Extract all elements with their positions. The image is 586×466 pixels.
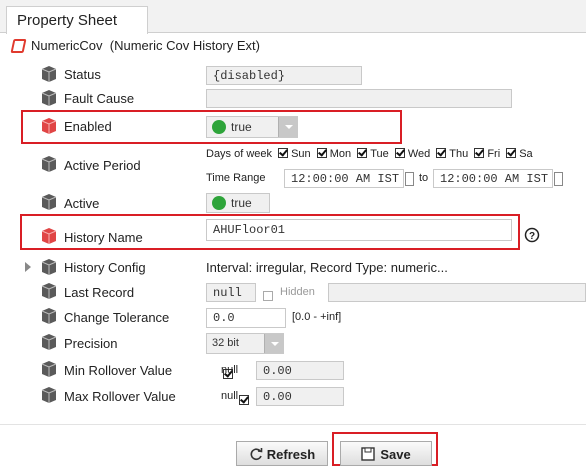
enabled-status-icon: [212, 120, 226, 134]
day-checkbox-fri[interactable]: [474, 148, 485, 158]
enabled-value: true: [231, 120, 252, 134]
enabled-dropdown-button[interactable]: [278, 117, 298, 137]
change-tolerance-input[interactable]: 0.0: [206, 308, 286, 328]
max-rollover-null-checkbox[interactable]: [239, 395, 250, 405]
history-config-slot-icon: [41, 259, 57, 276]
fault-cause-label: Fault Cause: [64, 91, 135, 106]
day-label-tue: Tue: [370, 148, 389, 160]
min-rollover-slot-icon: [41, 361, 57, 378]
active-status-icon: [212, 196, 226, 210]
time-range-start[interactable]: 12:00:00 AM IST: [284, 169, 404, 188]
active-value: true: [231, 196, 252, 210]
history-name-label: History Name: [64, 230, 143, 245]
chevron-down-icon: [285, 125, 293, 129]
day-checkbox-tue[interactable]: [357, 148, 368, 158]
min-rollover-null-label: null: [221, 364, 239, 376]
enabled-slot-icon: [41, 118, 57, 135]
max-rollover-null-label: null: [221, 390, 239, 402]
day-label-fri: Fri: [487, 148, 501, 160]
hidden-label: Hidden: [280, 286, 315, 298]
change-tolerance-range: [0.0 - +inf]: [292, 311, 342, 323]
day-label-mon: Mon: [329, 148, 352, 160]
day-checkbox-sat[interactable]: [506, 148, 517, 158]
save-button[interactable]: Save: [340, 441, 432, 466]
history-ext-icon: [10, 39, 27, 53]
min-rollover-label: Min Rollover Value: [64, 363, 173, 378]
enabled-label: Enabled: [64, 119, 112, 134]
save-label: Save: [380, 447, 411, 462]
help-icon[interactable]: ?: [524, 227, 540, 243]
day-label-wed: Wed: [407, 148, 431, 160]
max-rollover-slot-icon: [41, 387, 57, 404]
active-field: true: [206, 193, 270, 213]
component-name: NumericCov: [31, 38, 103, 53]
day-label-sun: Sun: [291, 148, 311, 160]
max-rollover-input[interactable]: 0.00: [256, 387, 344, 406]
refresh-icon: [250, 448, 263, 460]
day-checkbox-sun[interactable]: [278, 148, 289, 158]
time-end-spinner-icon[interactable]: [554, 172, 563, 186]
fault-cause-slot-icon: [41, 90, 57, 107]
last-record-label: Last Record: [64, 285, 135, 300]
active-period-slot-icon: [41, 156, 57, 173]
day-label-sat: Sa: [519, 148, 533, 160]
component-header: NumericCov (Numeric Cov History Ext): [10, 38, 260, 53]
last-record-slot-icon: [41, 283, 57, 300]
expand-arrow-icon[interactable]: [24, 262, 32, 272]
time-start-spinner-icon[interactable]: [405, 172, 414, 186]
chevron-down-icon: [271, 342, 279, 346]
time-range-to: to: [419, 172, 429, 184]
last-record-value: null: [206, 283, 256, 302]
change-tolerance-label: Change Tolerance: [64, 310, 170, 325]
time-range-end[interactable]: 12:00:00 AM IST: [433, 169, 553, 188]
fault-cause-field: [206, 89, 512, 108]
precision-dropdown-button[interactable]: [264, 334, 284, 353]
precision-label: Precision: [64, 336, 118, 351]
history-name-slot-icon: [41, 228, 57, 245]
days-of-week-row: Days of week Sun Mon Tue Wed Thu Fri Sa: [206, 148, 533, 160]
day-checkbox-wed[interactable]: [394, 148, 405, 158]
footer-divider: [0, 424, 586, 425]
history-config-value: Interval: irregular, Record Type: numeri…: [206, 260, 448, 275]
hidden-checkbox[interactable]: [263, 291, 273, 301]
component-type: (Numeric Cov History Ext): [109, 38, 260, 53]
refresh-button[interactable]: Refresh: [236, 441, 328, 466]
history-name-input[interactable]: AHUFloor01: [206, 219, 512, 241]
last-record-detail-field: [328, 283, 586, 302]
tab-property-sheet[interactable]: Property Sheet: [6, 6, 148, 34]
day-label-thu: Thu: [449, 148, 469, 160]
active-period-label: Active Period: [64, 158, 141, 173]
max-rollover-label: Max Rollover Value: [64, 389, 176, 404]
status-slot-icon: [41, 66, 57, 83]
status-label: Status: [64, 67, 101, 82]
days-label: Days of week: [206, 148, 273, 160]
refresh-label: Refresh: [266, 447, 316, 462]
active-slot-icon: [41, 194, 57, 211]
history-config-label: History Config: [64, 260, 146, 275]
save-icon: [361, 447, 376, 461]
status-field: {disabled}: [206, 66, 362, 85]
min-rollover-input[interactable]: 0.00: [256, 361, 344, 380]
precision-slot-icon: [41, 334, 57, 351]
active-label: Active: [64, 196, 100, 211]
change-tolerance-slot-icon: [41, 308, 57, 325]
day-checkbox-mon[interactable]: [316, 148, 327, 158]
time-range-label: Time Range: [206, 172, 266, 184]
svg-text:?: ?: [529, 231, 535, 242]
day-checkbox-thu[interactable]: [436, 148, 447, 158]
